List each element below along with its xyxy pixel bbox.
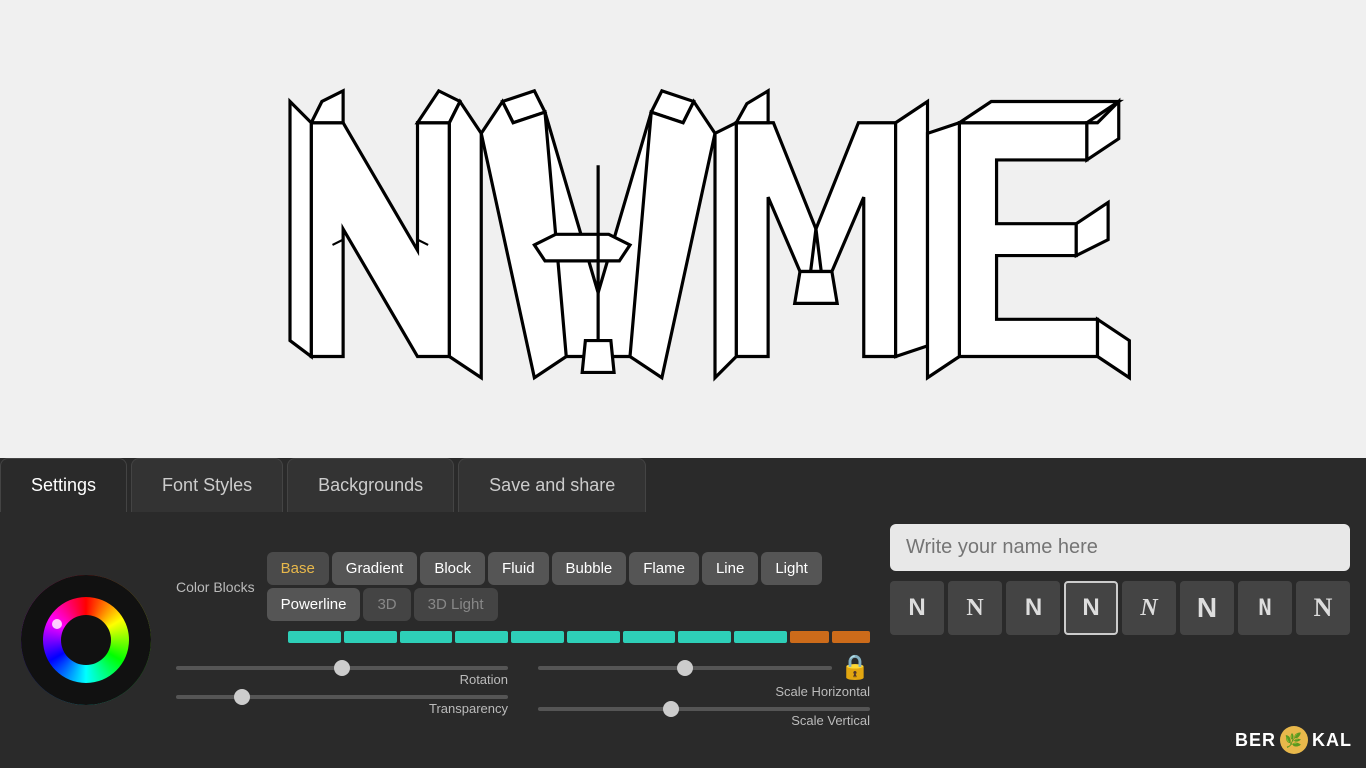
color-wheel[interactable] [21, 575, 151, 705]
berikal-logo-leaf: 🌿 [1280, 726, 1308, 754]
list-item[interactable]: N [1296, 581, 1350, 635]
swatch-orange-2[interactable] [832, 631, 871, 643]
sliders-area: Rotation Transparency [176, 653, 870, 728]
swatches-container [288, 631, 870, 643]
style-btn-bubble[interactable]: Bubble [552, 552, 627, 585]
list-item[interactable]: N [890, 581, 944, 635]
style-btn-flame[interactable]: Flame [629, 552, 699, 585]
style-btn-gradient[interactable]: Gradient [332, 552, 418, 585]
color-wheel-highlight [52, 619, 62, 629]
style-btn-fluid[interactable]: Fluid [488, 552, 549, 585]
swatch-teal-8[interactable] [678, 631, 731, 643]
swatch-group-orange [790, 631, 870, 643]
style-btn-block[interactable]: Block [420, 552, 485, 585]
swatch-teal-5[interactable] [511, 631, 564, 643]
transparency-slider-thumb[interactable] [234, 689, 250, 705]
rotation-slider-thumb[interactable] [334, 660, 350, 676]
rotation-slider-row: Rotation [176, 666, 508, 687]
tabs-row: Settings Font Styles Backgrounds Save an… [0, 458, 1366, 512]
berikal-text-2: KAL [1312, 730, 1352, 751]
name-input[interactable] [890, 524, 1350, 571]
swatch-teal-7[interactable] [623, 631, 676, 643]
swatch-group-teal [288, 631, 787, 643]
color-wheel-section [16, 524, 156, 756]
berikal-logo: BER 🌿 KAL [1235, 726, 1352, 754]
leaf-icon: 🌿 [1285, 732, 1303, 749]
graffiti-svg [205, 59, 1161, 399]
list-item[interactable]: N [1064, 581, 1118, 635]
swatch-teal-3[interactable] [400, 631, 453, 643]
style-btn-base[interactable]: Base [267, 552, 329, 585]
style-btn-3d[interactable]: 3D [363, 588, 410, 621]
lock-icon[interactable]: 🔒 [840, 653, 870, 682]
graffiti-preview [0, 0, 1366, 458]
lock-area: 🔒 [840, 653, 870, 682]
tab-save-share[interactable]: Save and share [458, 458, 646, 512]
swatch-teal-2[interactable] [344, 631, 397, 643]
style-btn-light[interactable]: Light [761, 552, 822, 585]
bottom-panel: Settings Font Styles Backgrounds Save an… [0, 458, 1366, 768]
scale-h-slider-row: 🔒 Scale Horizontal [538, 653, 870, 699]
swatch-orange-1[interactable] [790, 631, 829, 643]
scale-v-label: Scale Vertical [538, 713, 870, 728]
swatch-teal-9[interactable] [734, 631, 787, 643]
style-btn-powerline[interactable]: Powerline [267, 588, 361, 621]
tab-font-styles[interactable]: Font Styles [131, 458, 283, 512]
berikal-text: BER [1235, 730, 1276, 751]
color-blocks-label: Color Blocks [176, 579, 255, 595]
color-blocks-row: Color Blocks Base Gradient Block Fluid B… [176, 552, 870, 621]
right-section: N N N N N N N N [890, 524, 1350, 756]
canvas-area [0, 0, 1366, 458]
scale-slider-group: 🔒 Scale Horizontal Scale Vertical [538, 653, 870, 728]
list-item[interactable]: N [1006, 581, 1060, 635]
list-item[interactable]: N [948, 581, 1002, 635]
style-btn-3d-light[interactable]: 3D Light [414, 588, 498, 621]
swatch-teal-4[interactable] [455, 631, 508, 643]
scale-v-slider-row: Scale Vertical [538, 707, 870, 728]
content-area: Color Blocks Base Gradient Block Fluid B… [0, 512, 1366, 768]
scale-v-slider-track[interactable] [538, 707, 870, 711]
style-btn-line[interactable]: Line [702, 552, 758, 585]
tab-backgrounds[interactable]: Backgrounds [287, 458, 454, 512]
transparency-label: Transparency [176, 701, 508, 716]
scale-h-slider-thumb[interactable] [677, 660, 693, 676]
list-item[interactable]: N [1122, 581, 1176, 635]
swatch-teal-1[interactable] [288, 631, 341, 643]
transparency-slider-row: Transparency [176, 695, 508, 716]
name-style-grid: N N N N N N N N [890, 581, 1350, 635]
scale-h-slider-track[interactable] [538, 666, 832, 670]
scale-h-label: Scale Horizontal [538, 684, 870, 699]
rotation-slider-group: Rotation Transparency [176, 666, 508, 716]
transparency-slider-track[interactable] [176, 695, 508, 699]
rotation-slider-track[interactable] [176, 666, 508, 670]
swatch-teal-6[interactable] [567, 631, 620, 643]
middle-controls: Color Blocks Base Gradient Block Fluid B… [176, 524, 870, 756]
style-buttons: Base Gradient Block Fluid Bubble Flame L… [267, 552, 870, 621]
tab-settings[interactable]: Settings [0, 458, 127, 512]
list-item[interactable]: N [1238, 581, 1292, 635]
list-item[interactable]: N [1180, 581, 1234, 635]
scale-v-slider-thumb[interactable] [663, 701, 679, 717]
